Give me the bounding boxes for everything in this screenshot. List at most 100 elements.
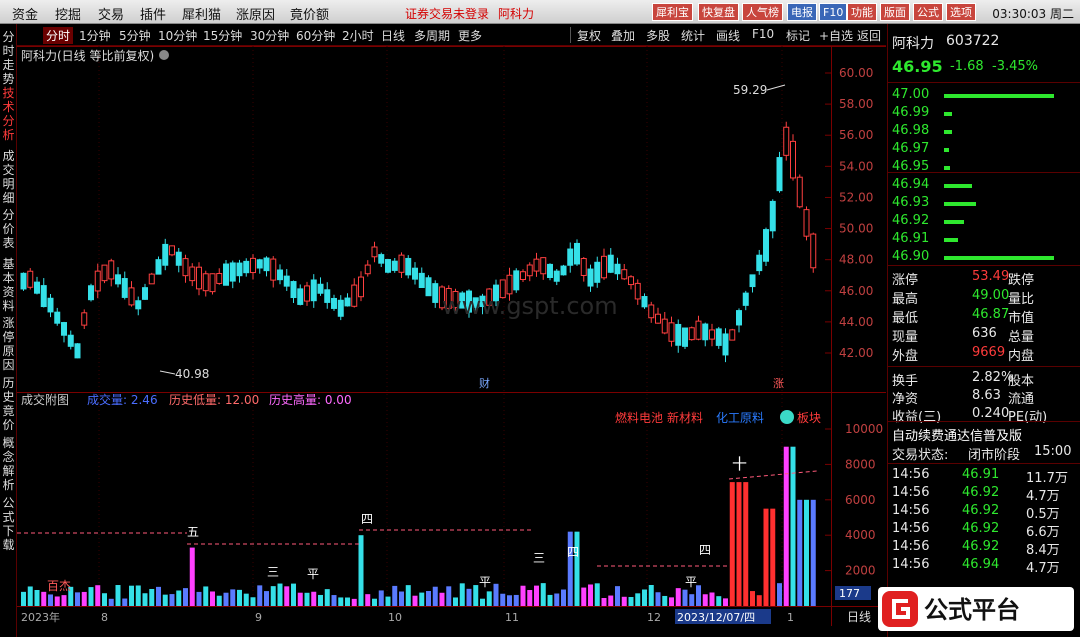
kline-chart[interactable]: 60.00 58.00 56.00 54.00 52.00 50.00 48.00 46.00…: [17, 46, 886, 637]
period-multi[interactable]: 多周期: [414, 27, 450, 44]
volume-bar: [581, 587, 587, 606]
dianbao-button[interactable]: 电报: [787, 3, 817, 21]
candle-body: [94, 270, 101, 292]
volume-bar: [223, 592, 229, 606]
volume-bar: [810, 499, 816, 606]
tab-chengjiaomingxi[interactable]: 成交明细: [1, 149, 16, 205]
quote-panel: 阿科力 603722 46.95 -1.68 -3.45% 47.00 46.99…: [878, 24, 1080, 637]
chart-area[interactable]: 60.00 58.00 56.00 54.00 52.00 50.00 48.00 46.00…: [17, 46, 886, 637]
menu-zijin[interactable]: 资金: [12, 4, 38, 23]
marker-cai[interactable]: 财: [479, 376, 490, 390]
renqibang-button[interactable]: 人气榜: [742, 3, 783, 21]
volume-bar: [399, 591, 404, 606]
candle-body: [256, 259, 263, 269]
xilibao-button[interactable]: 犀利宝: [652, 3, 693, 21]
tool-fanhui[interactable]: 返回: [857, 27, 881, 44]
candle-body: [202, 273, 209, 292]
volume-bar: [635, 593, 641, 606]
menu-chajian[interactable]: 插件: [140, 4, 166, 23]
period-2h[interactable]: 2小时: [342, 27, 374, 44]
candle-body: [634, 282, 641, 300]
period-fenshi[interactable]: 分时: [43, 27, 74, 44]
period-30min[interactable]: 30分钟: [250, 27, 289, 44]
stat-value: 9669: [972, 345, 1006, 360]
period-15min[interactable]: 15分钟: [203, 27, 242, 44]
tool-huaxian[interactable]: 画线: [716, 27, 740, 44]
gongshi-button[interactable]: 公式: [913, 3, 943, 21]
ask-row: 47.00: [888, 86, 1080, 105]
period-more[interactable]: 更多: [458, 27, 482, 44]
volume-bar: [196, 591, 202, 606]
tab-zhangtingyuanyin[interactable]: 涨停原因: [1, 316, 16, 372]
volume-bar: [331, 595, 337, 606]
marker-zhang[interactable]: 涨: [773, 377, 784, 390]
volume-bar: [122, 598, 128, 606]
chevron-down-icon[interactable]: [159, 50, 169, 60]
period-10min[interactable]: 10分钟: [158, 27, 197, 44]
menu-jiaoyi[interactable]: 交易: [98, 4, 124, 23]
tab-lishijingjia[interactable]: 历史竟价: [1, 376, 16, 432]
stat-value: 49.00: [972, 288, 1010, 303]
concept-badge-icon[interactable]: [780, 410, 794, 424]
tab-fenjiabiao[interactable]: 分价表: [1, 208, 16, 250]
period-5min[interactable]: 5分钟: [119, 27, 151, 44]
volume-bar: [480, 598, 485, 606]
volume-bar: [237, 589, 242, 606]
y-label: 46.00: [839, 284, 873, 298]
volume-bar: [61, 595, 67, 606]
menu-wajue[interactable]: 挖掘: [55, 4, 81, 23]
candle-body: [61, 322, 67, 336]
tool-duogu[interactable]: 多股: [646, 27, 670, 44]
period-daily[interactable]: 日线: [381, 27, 405, 44]
candle-body: [189, 266, 196, 282]
candle-body: [614, 263, 621, 275]
xuanxiang-button[interactable]: 选项: [946, 3, 976, 21]
kuaifupan-button[interactable]: 快复盘: [698, 3, 739, 21]
stat-key: 外盘: [892, 349, 919, 364]
mark-san-2: 三: [533, 551, 545, 565]
period-60min[interactable]: 60分钟: [296, 27, 335, 44]
tick-row: 14:56 46.91 11.7万: [888, 466, 1080, 486]
concept-4[interactable]: 板块: [797, 411, 821, 425]
tab-jibenziliao[interactable]: 基本资料: [1, 257, 16, 313]
gongneng-button[interactable]: 功能: [847, 3, 877, 21]
candle-body: [40, 285, 47, 308]
candle-body: [108, 260, 115, 280]
menu-xilimao[interactable]: 犀利猫: [182, 4, 221, 23]
tab-gainianjiexi[interactable]: 概念解析: [1, 436, 16, 492]
stat-key-2: PE(动): [1008, 410, 1048, 425]
concept-3[interactable]: 化工原料: [716, 411, 764, 425]
candle-body: [425, 277, 432, 297]
y-label: 52.00: [839, 190, 873, 204]
quote-pct: -3.45%: [992, 59, 1038, 74]
tick-time: 14:56: [892, 503, 930, 518]
tool-f10[interactable]: F10: [752, 27, 774, 41]
banner-text[interactable]: 自动续费通达信普及版: [892, 425, 1022, 444]
volume-bar: [75, 592, 80, 606]
tick-price: 46.92: [962, 539, 1000, 554]
tab-gongshixiazai[interactable]: 公式下载: [1, 496, 16, 552]
tool-zixuan[interactable]: +自选: [819, 27, 853, 44]
candle-body: [263, 257, 270, 272]
banmian-button[interactable]: 版面: [880, 3, 910, 21]
menu-jingjiae[interactable]: 竟价额: [290, 4, 329, 23]
f10-button[interactable]: F10: [819, 3, 848, 21]
menu-zhangyuanyin[interactable]: 涨原因: [236, 4, 275, 23]
tab-fenshi[interactable]: 分时走势: [1, 30, 16, 86]
tab-jishufenxi[interactable]: 技术分析: [1, 86, 16, 142]
tool-fuquan[interactable]: 复权: [577, 27, 601, 44]
banner-row[interactable]: 自动续费通达信普及版: [888, 424, 1080, 444]
tool-diejia[interactable]: 叠加: [611, 27, 635, 44]
concept-1[interactable]: 燃料电池: [615, 410, 663, 425]
volume-bar: [783, 446, 789, 606]
stat-key-2: 总量: [1008, 330, 1035, 345]
concept-2[interactable]: 新材料: [667, 410, 703, 425]
stock-name-label: 阿科力: [498, 7, 535, 21]
trade-notice[interactable]: 证券交易未登录: [405, 5, 489, 22]
ask-depth-bar: [944, 148, 949, 152]
candle-body: [310, 279, 317, 302]
period-1min[interactable]: 1分钟: [79, 27, 111, 44]
tool-biaoji[interactable]: 标记: [786, 27, 810, 44]
tool-tongji[interactable]: 统计: [681, 27, 705, 44]
stat-key-2: 内盘: [1008, 349, 1035, 364]
